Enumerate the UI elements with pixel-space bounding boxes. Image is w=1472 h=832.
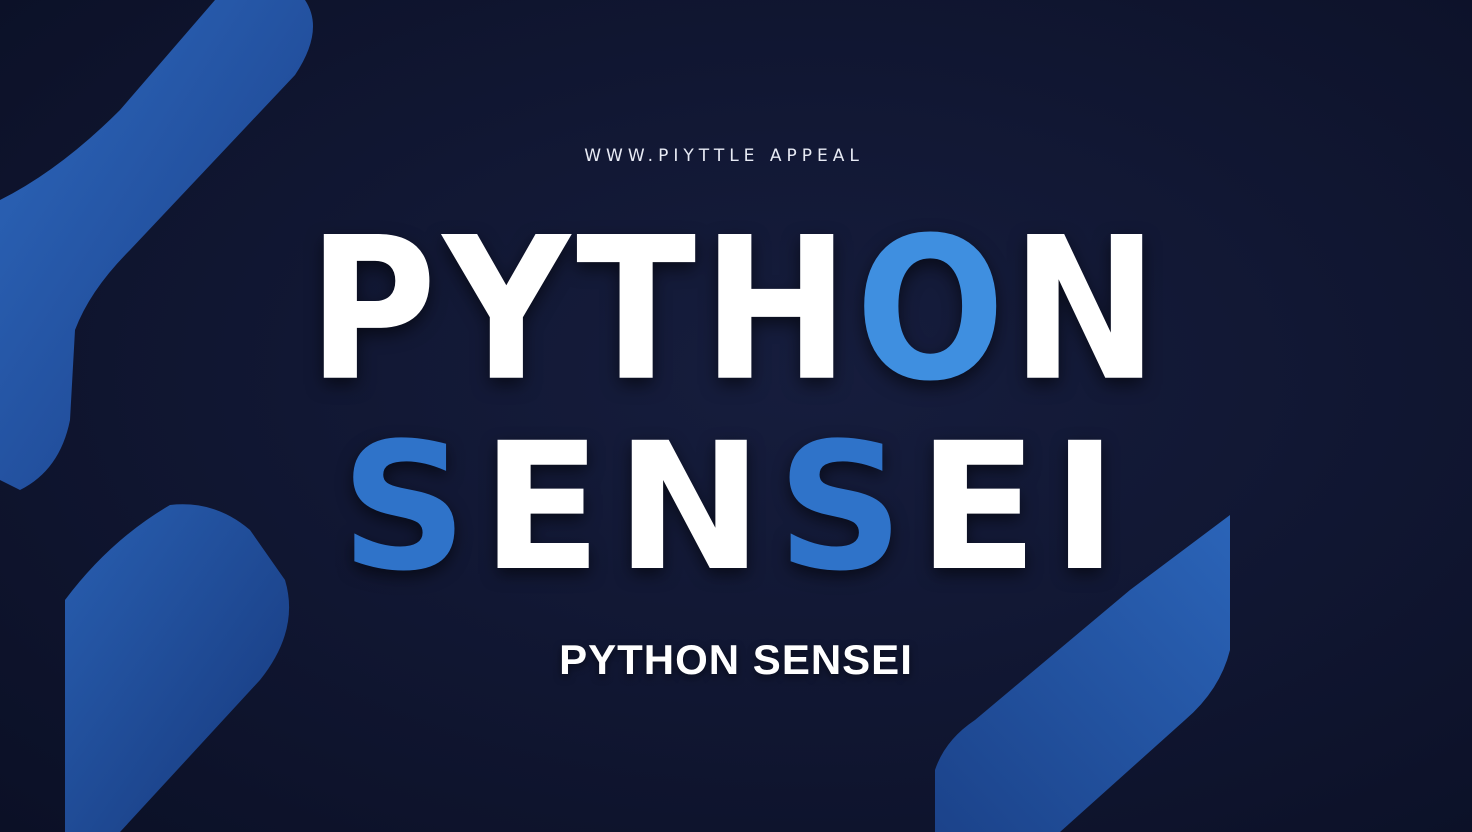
subtitle-text: PYTHON SENSEI <box>559 636 913 683</box>
title-sensei-part-2: EN <box>481 405 777 610</box>
website-url-text: WWW.PIYTTLE APPEAL <box>584 146 864 166</box>
banner-canvas: WWW.PIYTTLE APPEAL PYTHON SENSEI PYTHON … <box>0 0 1472 832</box>
title-line-python: PYTHON <box>0 211 1472 409</box>
title-sensei-part-4: EI <box>917 405 1132 610</box>
title-python-part-1: PYTH <box>307 195 856 425</box>
title-python-part-3: N <box>1011 195 1165 425</box>
title-sensei-part-3: S <box>776 405 918 610</box>
title-sensei-part-1: S <box>340 405 482 610</box>
title-python-part-2: O <box>855 195 1012 425</box>
title-line-sensei: SENSEI <box>0 420 1472 596</box>
